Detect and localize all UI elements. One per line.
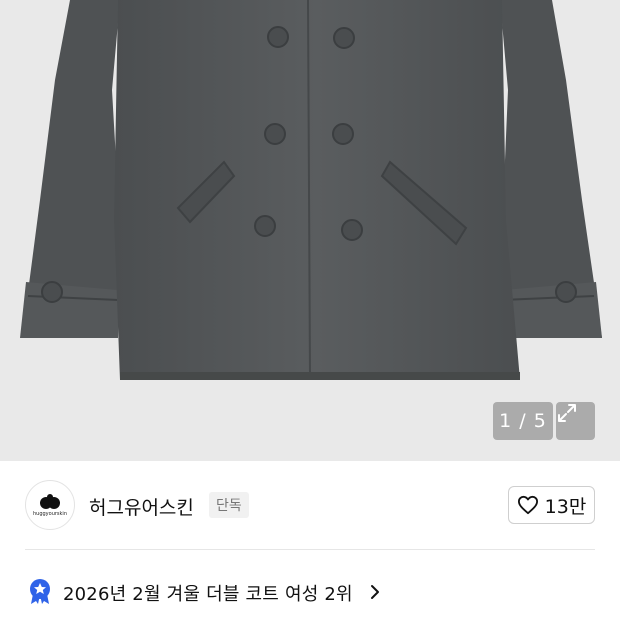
- like-button[interactable]: 13만: [508, 486, 595, 524]
- store-name-link[interactable]: 허그유어스킨: [89, 493, 194, 520]
- ranking-link[interactable]: 2026년 2월 겨울 더블 코트 여성 2위: [0, 560, 620, 620]
- store-info-row: huggyourskin 허그유어스킨 단독 13만: [0, 461, 620, 551]
- like-count: 13만: [544, 495, 587, 518]
- store-logo-text: huggyourskin: [33, 510, 67, 517]
- store-logo-icon: [40, 493, 60, 509]
- star-badge-icon: [30, 579, 50, 604]
- ranking-text: 2026년 2월 겨울 더블 코트 여성 2위: [63, 584, 353, 605]
- coat-product-image: [20, 0, 602, 381]
- heart-icon: [517, 495, 538, 515]
- section-divider: [25, 549, 595, 550]
- product-image-gallery[interactable]: 1 / 5: [0, 0, 620, 461]
- chevron-right-icon: [371, 585, 379, 599]
- expand-arrows-icon: [558, 404, 576, 422]
- expand-image-button[interactable]: [556, 402, 595, 440]
- image-page-counter: 1 / 5: [493, 402, 553, 440]
- store-logo[interactable]: huggyourskin: [25, 480, 75, 530]
- exclusive-badge: 단독: [209, 492, 249, 518]
